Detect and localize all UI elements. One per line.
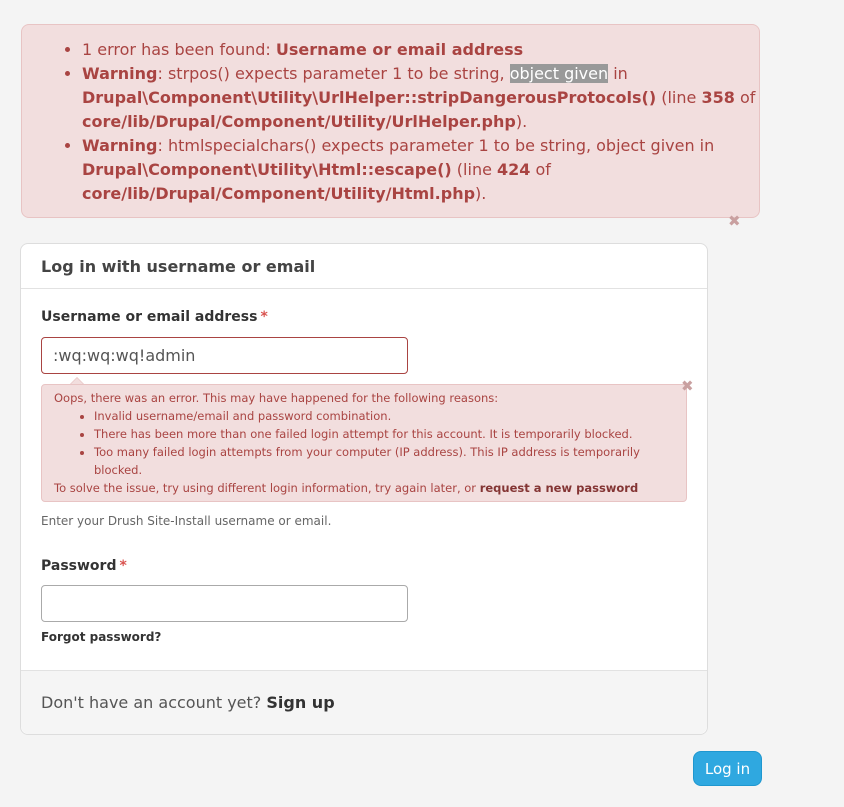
username-description: Enter your Drush Site-Install username o… — [41, 514, 332, 528]
card-footer: Don't have an account yet? Sign up — [21, 670, 707, 734]
login-card: Log in with username or email Username o… — [20, 243, 708, 735]
login-error-message: Oops, there was an error. This may have … — [41, 384, 687, 502]
reason-item: Too many failed login attempts from your… — [94, 443, 674, 479]
request-new-password-link[interactable]: request a new password — [480, 481, 639, 495]
error-field-link[interactable]: Username or email address — [276, 40, 523, 59]
highlighted-text: object given — [509, 64, 609, 83]
warning-htmlspecialchars: Warning: htmlspecialchars() expects para… — [82, 134, 759, 206]
error-summary: 1 error has been found: Username or emai… — [82, 38, 759, 62]
required-marker: * — [260, 309, 268, 325]
username-input[interactable] — [41, 337, 408, 374]
warning-strpos: Warning: strpos() expects parameter 1 to… — [82, 62, 759, 134]
username-label: Username or email address * — [41, 309, 268, 325]
forgot-password-link[interactable]: Forgot password? — [41, 630, 161, 644]
sign-up-link[interactable]: Sign up — [266, 693, 334, 712]
top-error-message: 1 error has been found: Username or emai… — [21, 24, 760, 230]
reason-item: Invalid username/email and password comb… — [94, 407, 674, 425]
card-title: Log in with username or email — [21, 244, 707, 289]
error-list: 1 error has been found: Username or emai… — [22, 38, 759, 206]
reason-list: Invalid username/email and password comb… — [54, 407, 674, 479]
close-icon[interactable]: ✖ — [681, 377, 694, 395]
login-button[interactable]: Log in — [693, 751, 762, 786]
password-input[interactable] — [41, 585, 408, 622]
reason-item: There has been more than one failed logi… — [94, 425, 674, 443]
close-icon[interactable]: ✖ — [728, 209, 741, 233]
password-label: Password * — [41, 558, 127, 574]
required-marker: * — [119, 558, 127, 574]
